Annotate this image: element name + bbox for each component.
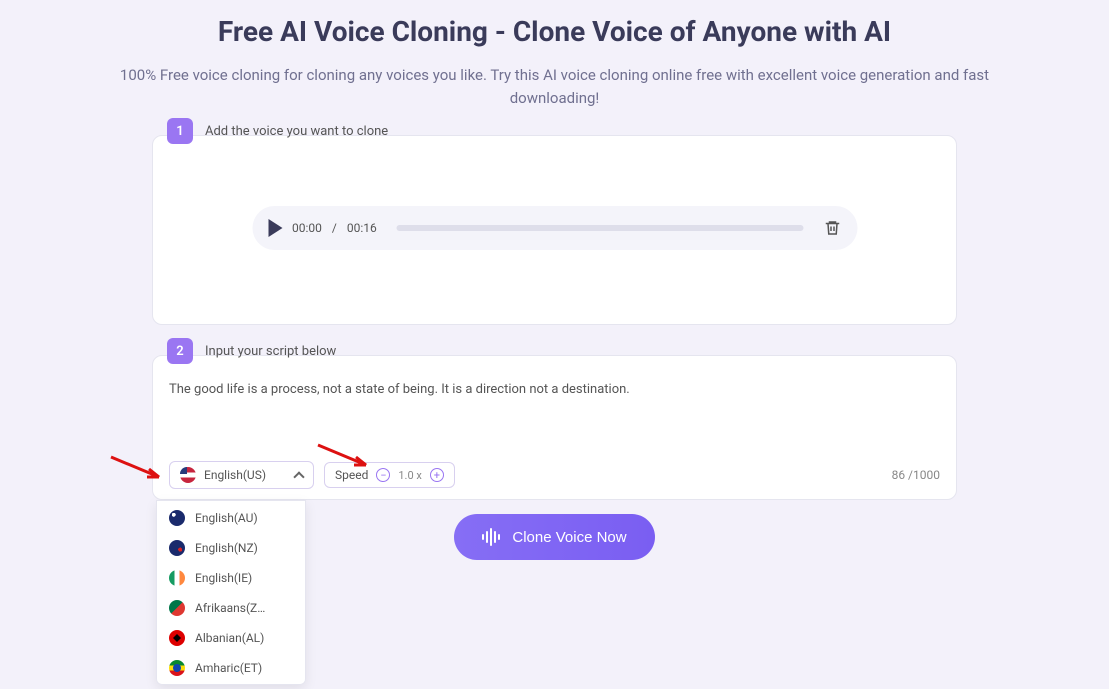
speed-plus-button[interactable]: +	[430, 468, 444, 482]
speed-minus-button[interactable]: −	[376, 468, 390, 482]
step2-badge: 2	[167, 338, 193, 364]
flag-ie-icon	[169, 570, 185, 586]
language-option-za[interactable]: Afrikaans(Z…	[157, 593, 305, 623]
trash-icon[interactable]	[823, 218, 841, 238]
language-option-al[interactable]: Albanian(AL)	[157, 623, 305, 653]
flag-nz-icon	[169, 540, 185, 556]
audio-player: 00:00 / 00:16	[252, 206, 857, 250]
step1-badge: 1	[167, 118, 193, 144]
step1-label: Add the voice you want to clone	[205, 124, 388, 139]
flag-al-icon	[169, 630, 185, 646]
speed-value: 1.0 x	[398, 469, 421, 482]
flag-za-icon	[169, 600, 185, 616]
page-subtitle: 100% Free voice cloning for cloning any …	[115, 64, 995, 109]
audio-current-time: 00:00	[292, 221, 322, 235]
language-option-au[interactable]: English(AU)	[157, 503, 305, 533]
page-title: Free AI Voice Cloning - Clone Voice of A…	[0, 15, 1109, 48]
play-icon[interactable]	[268, 219, 282, 237]
speed-label: Speed	[335, 468, 368, 482]
step2-label: Input your script below	[205, 344, 336, 359]
time-separator: /	[332, 221, 337, 235]
flag-au-icon	[169, 510, 185, 526]
audio-duration: 00:16	[347, 221, 377, 235]
language-option-nz[interactable]: English(NZ)	[157, 533, 305, 563]
language-option-et[interactable]: Amharic(ET)	[157, 653, 305, 683]
flag-et-icon	[169, 660, 185, 676]
language-select[interactable]: English(US)	[169, 461, 314, 489]
language-selected-label: English(US)	[204, 468, 266, 482]
soundwave-icon	[482, 528, 502, 546]
clone-voice-button[interactable]: Clone Voice Now	[454, 514, 654, 560]
arrow-annotation-1	[109, 455, 161, 479]
script-input[interactable]: The good life is a process, not a state …	[169, 374, 940, 397]
language-dropdown[interactable]: English(AU) English(NZ) English(IE) Afri…	[156, 500, 306, 685]
step1-card: 1 Add the voice you want to clone 00:00/…	[152, 135, 957, 325]
arrow-annotation-2	[316, 443, 368, 467]
char-count: 86 /1000	[892, 468, 940, 482]
chevron-up-icon	[293, 471, 304, 482]
step2-card: 2 Input your script below The good life …	[152, 355, 957, 500]
language-option-ie[interactable]: English(IE)	[157, 563, 305, 593]
audio-progress[interactable]	[397, 225, 803, 231]
cta-label: Clone Voice Now	[512, 529, 626, 546]
flag-us-icon	[180, 467, 196, 483]
